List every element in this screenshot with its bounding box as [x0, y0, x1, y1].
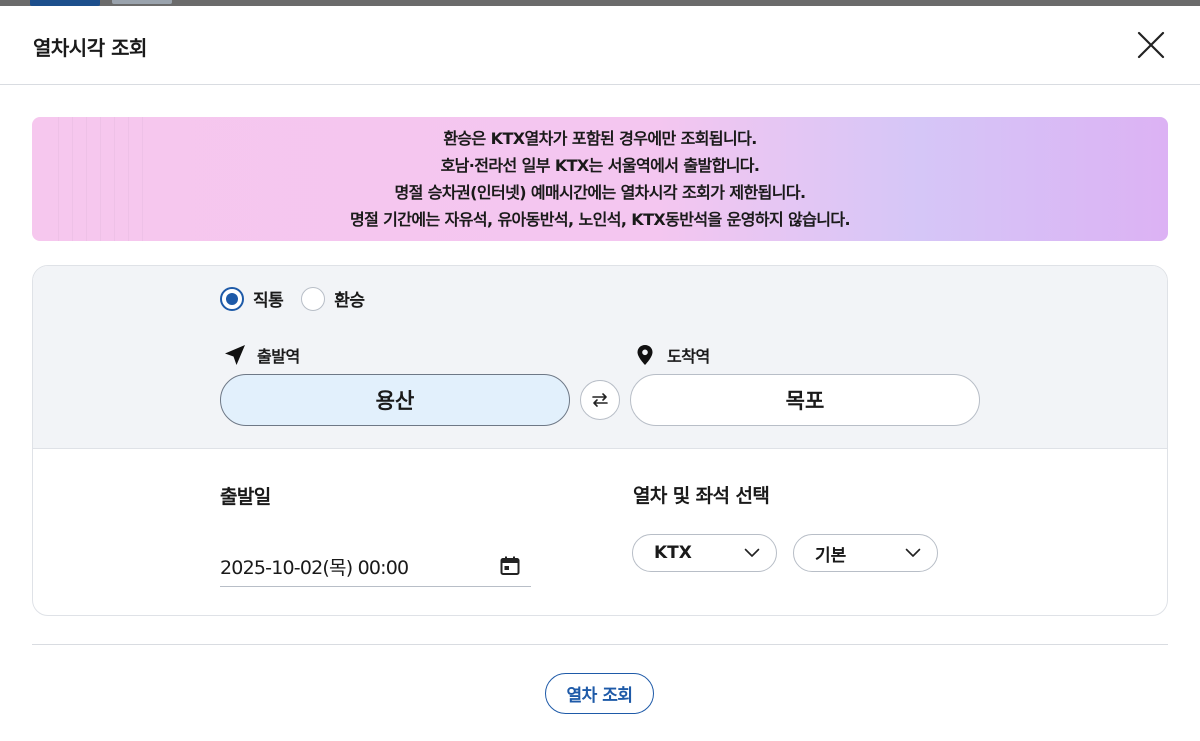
radio-transfer-label: 환승 [334, 291, 365, 311]
dialog-title: 열차시각 조회 [33, 36, 147, 60]
radio-circle[interactable] [220, 286, 244, 311]
departure-date-value: 2025-10-02(목) 00:00 [220, 556, 409, 579]
departure-date-field[interactable]: 2025-10-02(목) 00:00 [220, 546, 531, 587]
location-pin-icon [637, 345, 653, 365]
route-section: 직통 환승 출발역 도착역 용산 목포 [33, 266, 1167, 449]
route-type-radio-group: 직통 환승 [220, 286, 383, 311]
radio-direct-label: 직통 [253, 291, 284, 311]
search-panel: 직통 환승 출발역 도착역 용산 목포 출발일 2025-10-02(목) 00… [32, 265, 1168, 616]
close-icon [1137, 31, 1165, 59]
chevron-down-icon [905, 548, 921, 557]
train-type-value: KTX [654, 543, 692, 563]
radio-transfer[interactable]: 환승 [301, 286, 365, 311]
close-button[interactable] [1134, 28, 1168, 62]
notice-line: 명절 승차권(인터넷) 예매시간에는 열차시각 조회가 제한됩니다. [394, 183, 806, 202]
footer-divider [32, 644, 1168, 645]
radio-direct[interactable]: 직통 [220, 286, 284, 311]
notice-line: 호남·전라선 일부 KTX는 서울역에서 출발합니다. [440, 156, 760, 175]
departure-date-label: 출발일 [220, 486, 271, 508]
train-seat-label: 열차 및 좌석 선택 [633, 485, 770, 507]
notice-line: 환승은 KTX열차가 포함된 경우에만 조회됩니다. [443, 129, 757, 148]
background-logo-text [112, 0, 172, 4]
train-type-select[interactable]: KTX [632, 534, 777, 572]
notice-banner: 환승은 KTX열차가 포함된 경우에만 조회됩니다. 호남·전라선 일부 KTX… [32, 117, 1168, 241]
arrival-label-text: 도착역 [667, 347, 710, 366]
chevron-down-icon [744, 548, 760, 557]
radio-circle[interactable] [301, 286, 326, 311]
seat-type-value: 기본 [815, 545, 847, 566]
departure-label-text: 출발역 [257, 347, 300, 366]
train-search-button[interactable]: 열차 조회 [545, 673, 654, 714]
departure-station-button[interactable]: 용산 [220, 374, 570, 426]
swap-stations-button[interactable] [580, 380, 620, 420]
arrival-station-button[interactable]: 목포 [630, 374, 980, 426]
calendar-icon[interactable] [499, 555, 521, 577]
dialog-header: 열차시각 조회 [0, 6, 1200, 85]
swap-icon [592, 393, 608, 407]
arrival-label: 도착역 [633, 343, 710, 367]
notice-line: 명절 기간에는 자유석, 유아동반석, 노인석, KTX동반석을 운영하지 않습… [349, 210, 851, 229]
navigation-arrow-icon [225, 345, 245, 365]
seat-type-select[interactable]: 기본 [793, 534, 938, 572]
departure-label: 출발역 [223, 343, 300, 367]
